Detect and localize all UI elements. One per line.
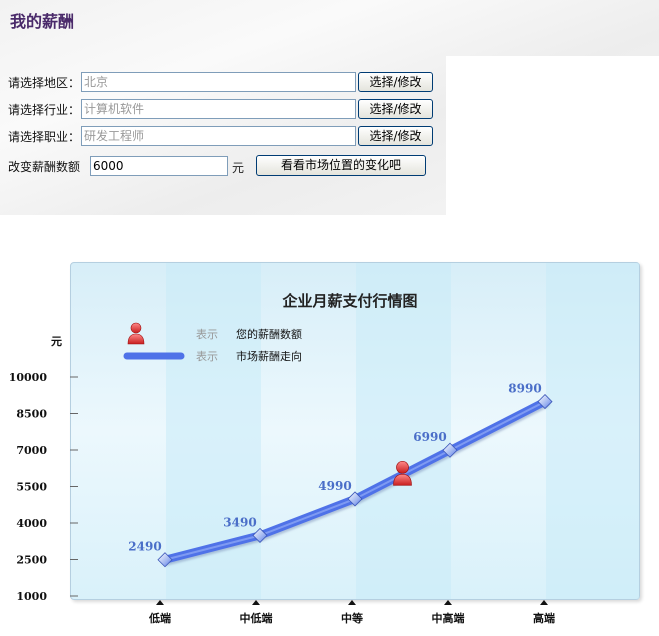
data-value-label: 4990 — [318, 479, 351, 493]
y-tick-label: 4000 — [16, 517, 47, 530]
y-tick-label: 2500 — [16, 554, 47, 567]
data-value-label: 8990 — [508, 382, 541, 396]
y-tick-label: 5500 — [16, 481, 47, 494]
x-tick-label: 低端 — [148, 611, 171, 625]
x-tick-label: 中高端 — [432, 611, 465, 625]
legend-user-salary: 您的薪酬数额 — [236, 327, 302, 341]
y-tick-label: 1000 — [16, 590, 47, 603]
person-icon — [127, 322, 145, 345]
chart-title: 企业月薪支付行情图 — [281, 292, 417, 310]
chart-legend: 表示 您的薪酬数额 表示 市场薪酬走向 — [123, 322, 302, 363]
data-value-label: 2490 — [128, 540, 161, 554]
x-tick-mark — [252, 600, 260, 605]
x-tick-label: 中等 — [341, 611, 363, 625]
y-axis-unit-label: 元 — [51, 335, 62, 348]
legend-prefix-line: 表示 — [196, 349, 218, 363]
salary-chart: 企业月薪支付行情图 元 表示 您的薪酬数额 表示 市场薪酬走向 1000 2500… — [9, 292, 555, 625]
market-trend-line-highlight — [164, 400, 546, 561]
data-value-label: 3490 — [223, 515, 256, 529]
data-value-label: 6990 — [413, 430, 446, 444]
x-tick-mark — [348, 600, 356, 605]
legend-market-trend: 市场薪酬走向 — [236, 349, 302, 363]
y-tick-label: 10000 — [9, 371, 48, 384]
market-trend-line — [161, 397, 549, 564]
x-tick-mark — [156, 600, 164, 605]
x-tick-label: 中低端 — [240, 611, 273, 625]
x-tick-label: 高端 — [533, 611, 555, 625]
y-tick-label: 8500 — [16, 408, 47, 421]
legend-prefix-marker: 表示 — [196, 327, 218, 341]
x-tick-mark — [540, 600, 548, 605]
x-tick-mark — [444, 600, 452, 605]
y-tick-label: 7000 — [16, 444, 47, 457]
